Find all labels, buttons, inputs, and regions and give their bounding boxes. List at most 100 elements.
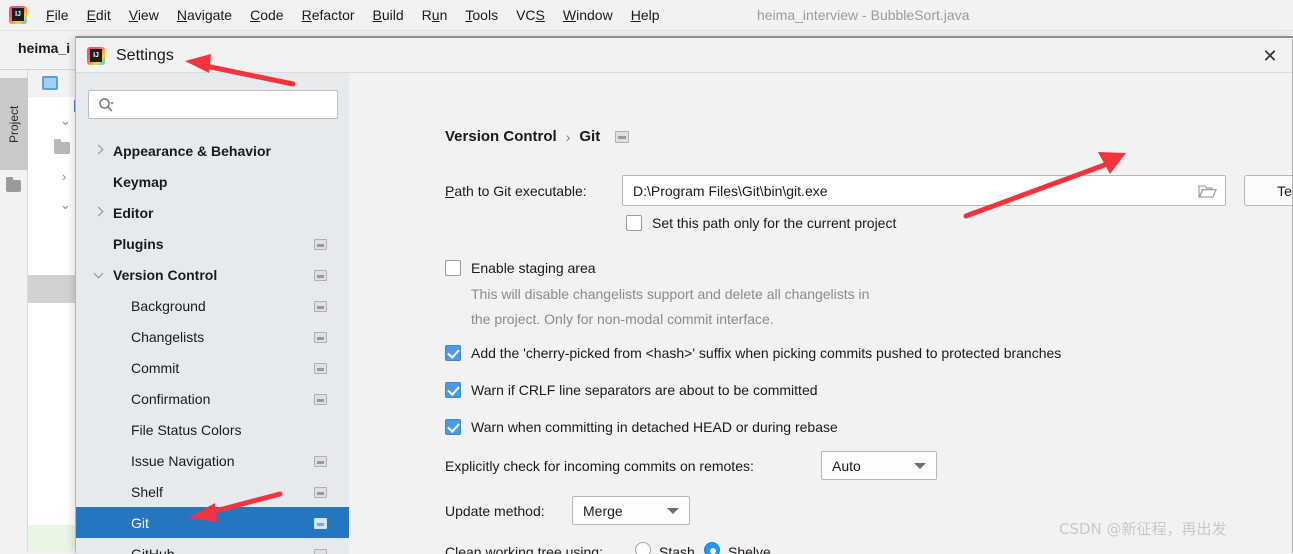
watermark: CSDN @新征程，再出发	[1059, 518, 1227, 539]
window-icon	[42, 76, 58, 90]
update-method-label: Update method:	[445, 503, 545, 519]
breadcrumb-separator-icon: ›	[566, 129, 571, 145]
editor-tab-heima[interactable]: heima_i	[18, 40, 70, 56]
search-box[interactable]	[88, 90, 338, 119]
enable-staging-area-hint-line1: This will disable changelists support an…	[471, 286, 869, 302]
set-path-project-only-label: Set this path only for the current proje…	[652, 215, 896, 231]
dialog-title: Settings	[116, 38, 174, 73]
sidebar-item-label: Commit	[131, 360, 179, 376]
menu-item-vcs[interactable]: VCS	[507, 0, 554, 31]
incoming-commits-dropdown[interactable]: Auto	[821, 451, 937, 480]
chevron-down-icon[interactable]: ⌄	[60, 198, 71, 211]
chevron-right-icon[interactable]	[94, 207, 105, 218]
dialog-title-bar: Settings ✕	[76, 38, 1292, 73]
project-tree-row-highlight	[28, 275, 76, 303]
git-path-input[interactable]	[631, 176, 1176, 205]
sidebar-item-confirmation[interactable]: Confirmation	[76, 383, 349, 414]
sidebar-item-git[interactable]: Git	[76, 507, 349, 538]
warn-crlf-checkbox[interactable]	[445, 382, 461, 398]
warn-detached-head-checkbox[interactable]	[445, 419, 461, 435]
sidebar-item-label: Version Control	[113, 267, 217, 283]
project-tree-row-modified	[28, 525, 76, 553]
incoming-commits-value: Auto	[832, 458, 861, 474]
project-scope-icon	[314, 239, 327, 250]
chevron-right-icon[interactable]	[94, 145, 105, 156]
tool-window-tab-project[interactable]: Project	[0, 78, 28, 170]
chevron-down-icon[interactable]: ⌄	[60, 114, 71, 127]
menu-item-tools[interactable]: Tools	[456, 0, 507, 31]
breadcrumb: Version Control › Git	[445, 128, 629, 145]
project-tool-window: ⌄ › ⌄	[28, 70, 76, 553]
sidebar-item-plugins[interactable]: Plugins	[76, 228, 349, 259]
sidebar-item-label: Git	[131, 515, 149, 531]
sidebar-item-file-status-colors[interactable]: File Status Colors	[76, 414, 349, 445]
search-icon	[98, 97, 114, 113]
menu-item-code[interactable]: Code	[241, 0, 292, 31]
sidebar-item-label: Confirmation	[131, 391, 210, 407]
warn-crlf-label: Warn if CRLF line separators are about t…	[471, 382, 818, 398]
settings-main-panel: Version Control › Git ← → Path to Git ex…	[349, 73, 1292, 554]
search-input[interactable]	[121, 91, 333, 118]
sidebar-item-label: Plugins	[113, 236, 164, 252]
sidebar-item-editor[interactable]: Editor	[76, 197, 349, 228]
update-method-value: Merge	[583, 503, 623, 519]
window-title: heima_interview - BubbleSort.java	[757, 0, 969, 31]
warn-detached-head-label: Warn when committing in detached HEAD or…	[471, 419, 838, 435]
enable-staging-area-hint-line2: the project. Only for non-modal commit i…	[471, 311, 774, 327]
sidebar-item-label: Changelists	[131, 329, 204, 345]
sidebar-item-label: Shelf	[131, 484, 163, 500]
sidebar-item-label: Issue Navigation	[131, 453, 235, 469]
intellij-logo-icon	[87, 47, 105, 65]
chevron-down-icon[interactable]	[94, 269, 105, 280]
intellij-logo-icon	[9, 6, 27, 24]
sidebar-item-background[interactable]: Background	[76, 290, 349, 321]
clean-working-tree-radio-stash[interactable]	[635, 542, 651, 554]
sidebar-item-commit[interactable]: Commit	[76, 352, 349, 383]
project-scope-icon	[314, 301, 327, 312]
update-method-dropdown[interactable]: Merge	[572, 496, 690, 525]
project-pane-header	[28, 70, 76, 97]
project-scope-icon	[314, 549, 327, 554]
project-scope-icon	[314, 394, 327, 405]
sidebar-item-issue-navigation[interactable]: Issue Navigation	[76, 445, 349, 476]
sidebar-item-label: Keymap	[113, 174, 167, 190]
folder-icon	[54, 142, 70, 154]
sidebar-item-appearance-behavior[interactable]: Appearance & Behavior	[76, 135, 349, 166]
folder-icon[interactable]	[1198, 184, 1217, 198]
sidebar-item-shelf[interactable]: Shelf	[76, 476, 349, 507]
project-scope-icon	[314, 487, 327, 498]
breadcrumb-parent[interactable]: Version Control	[445, 128, 557, 145]
close-icon[interactable]: ✕	[1258, 45, 1282, 67]
sidebar-item-keymap[interactable]: Keymap	[76, 166, 349, 197]
menu-item-build[interactable]: Build	[364, 0, 413, 31]
menu-item-navigate[interactable]: Navigate	[168, 0, 241, 31]
menu-item-file[interactable]: File	[37, 0, 78, 31]
incoming-commits-label: Explicitly check for incoming commits on…	[445, 458, 754, 474]
sidebar-item-github[interactable]: GitHub	[76, 538, 349, 554]
git-path-label: Path to Git executable:	[445, 183, 587, 199]
enable-staging-area-checkbox[interactable]	[445, 260, 461, 276]
chevron-down-icon	[667, 508, 679, 514]
enable-staging-area-label: Enable staging area	[471, 260, 596, 276]
sidebar-item-version-control[interactable]: Version Control	[76, 259, 349, 290]
menu-item-refactor[interactable]: Refactor	[293, 0, 364, 31]
menu-item-view[interactable]: View	[120, 0, 168, 31]
project-scope-icon	[615, 131, 629, 143]
tool-window-tab-project-label: Project	[0, 78, 28, 170]
menu-item-run[interactable]: Run	[413, 0, 457, 31]
sidebar-item-changelists[interactable]: Changelists	[76, 321, 349, 352]
set-path-project-only-checkbox[interactable]	[626, 215, 642, 231]
sidebar-item-label: Editor	[113, 205, 153, 221]
settings-sidebar: Appearance & Behavior Keymap Editor Plugins…	[76, 73, 349, 554]
clean-working-tree-radio-shelve[interactable]	[704, 542, 720, 554]
test-button[interactable]: Test	[1244, 175, 1292, 206]
tool-window-strip: Project	[0, 70, 28, 553]
git-path-field[interactable]	[622, 175, 1226, 206]
menu-item-window[interactable]: Window	[554, 0, 622, 31]
sidebar-item-label: File Status Colors	[131, 422, 241, 438]
cherry-picked-suffix-checkbox[interactable]	[445, 345, 461, 361]
cherry-picked-suffix-label: Add the 'cherry-picked from <hash>' suff…	[471, 345, 1061, 361]
menu-item-help[interactable]: Help	[622, 0, 669, 31]
menu-item-edit[interactable]: Edit	[78, 0, 120, 31]
chevron-right-icon[interactable]: ›	[62, 170, 66, 183]
